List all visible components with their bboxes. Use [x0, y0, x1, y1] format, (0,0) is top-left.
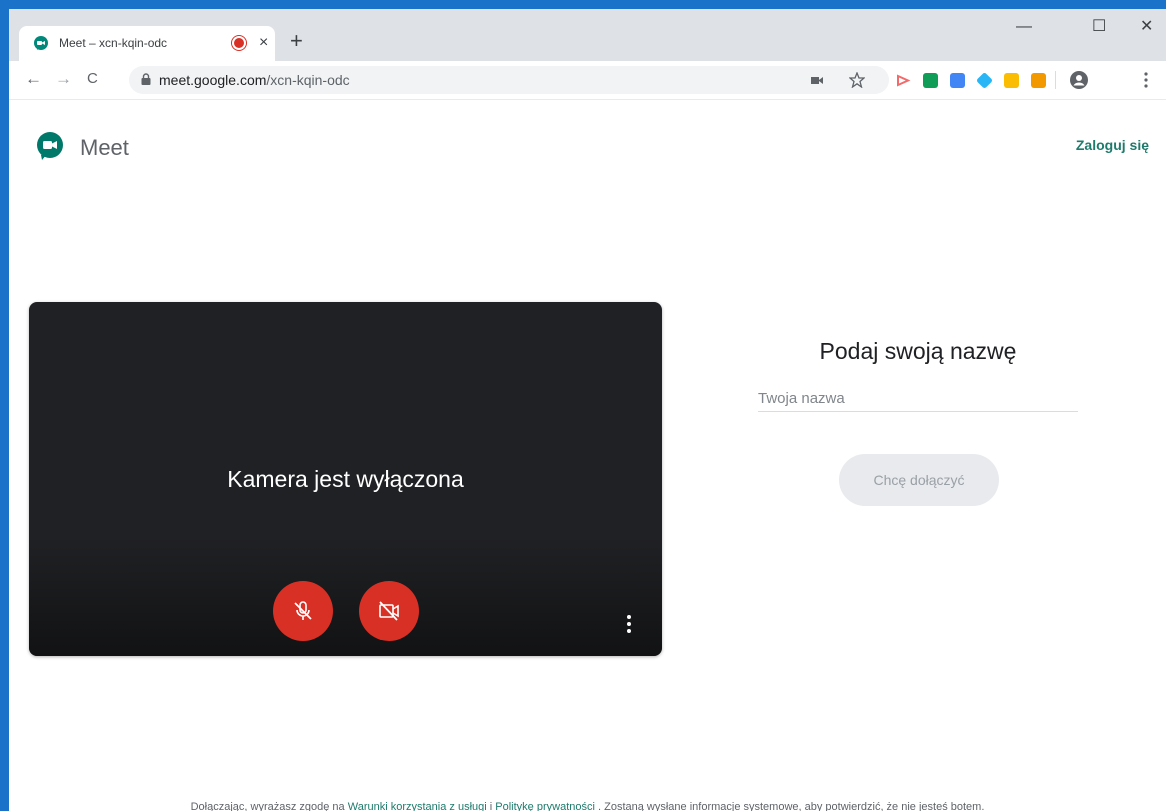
close-window-button[interactable]: ✕ — [1140, 17, 1153, 37]
terms-link[interactable]: Warunki korzystania z usługi — [348, 801, 487, 811]
tab-close-icon[interactable]: × — [259, 33, 268, 53]
forward-button[interactable]: → — [55, 69, 72, 89]
meet-favicon-icon — [34, 36, 48, 50]
meet-page: Meet Zaloguj się Kamera jest wyłączona P… — [9, 100, 1166, 811]
extension-2-icon[interactable] — [923, 73, 938, 88]
lock-icon — [141, 73, 151, 85]
video-preview: Kamera jest wyłączona — [29, 302, 662, 656]
terms-text-after: . Zostaną wysłane informacje systemowe, … — [594, 801, 985, 811]
camera-in-use-icon[interactable] — [811, 76, 823, 85]
url-path: /xcn-kqin-odc — [266, 72, 350, 88]
terms-notice: Dołączając, wyrażasz zgodę na Warunki ko… — [9, 801, 1166, 811]
address-bar[interactable]: meet.google.com/xcn-kqin-odc — [129, 66, 889, 94]
tab-title: Meet – xcn-kqin-odc — [59, 36, 168, 50]
minimize-button[interactable]: — — [1016, 17, 1032, 37]
meet-logo-icon — [37, 132, 63, 160]
extension-5-icon[interactable] — [1004, 73, 1019, 88]
browser-menu-icon[interactable] — [1144, 72, 1148, 88]
browser-toolbar: ← → C meet.google.com/xcn-kqin-odc — [9, 61, 1166, 100]
signin-link[interactable]: Zaloguj się — [1076, 137, 1149, 153]
extension-6-icon[interactable] — [1031, 73, 1046, 88]
browser-window: Meet – xcn-kqin-odc × + — ☐ ✕ ← → C meet… — [9, 9, 1166, 811]
mic-off-icon — [294, 601, 312, 620]
maximize-button[interactable]: ☐ — [1092, 17, 1106, 37]
new-tab-button[interactable]: + — [290, 29, 303, 53]
extension-1-icon[interactable] — [896, 73, 911, 88]
name-input[interactable] — [758, 385, 1078, 412]
join-title: Podaj swoją nazwę — [819, 338, 1017, 364]
tab-strip: Meet – xcn-kqin-odc × + — ☐ ✕ — [9, 9, 1166, 61]
profile-avatar-icon[interactable] — [1070, 71, 1088, 89]
more-options-icon[interactable] — [627, 615, 633, 636]
microphone-toggle-button[interactable] — [273, 581, 333, 641]
toolbar-divider — [1055, 71, 1056, 89]
camera-off-icon — [379, 601, 399, 621]
bookmark-star-icon[interactable] — [849, 72, 865, 88]
join-button[interactable]: Chcę dołączyć — [839, 454, 999, 506]
video-gradient — [29, 536, 662, 656]
camera-toggle-button[interactable] — [359, 581, 419, 641]
terms-separator: i — [486, 801, 496, 811]
camera-off-message: Kamera jest wyłączona — [227, 466, 464, 492]
url-text: meet.google.com/xcn-kqin-odc — [159, 72, 350, 88]
extension-3-icon[interactable] — [950, 73, 965, 88]
back-button[interactable]: ← — [25, 69, 42, 89]
extension-4-icon[interactable] — [976, 72, 993, 89]
terms-text-before: Dołączając, wyrażasz zgodę na — [190, 801, 348, 811]
browser-tab[interactable]: Meet – xcn-kqin-odc × — [19, 26, 275, 61]
reload-button[interactable]: C — [87, 69, 98, 89]
recording-indicator-icon — [234, 38, 244, 48]
url-host: meet.google.com — [159, 72, 267, 88]
app-name: Meet — [80, 135, 129, 160]
privacy-link[interactable]: Politykę prywatności — [495, 801, 595, 811]
